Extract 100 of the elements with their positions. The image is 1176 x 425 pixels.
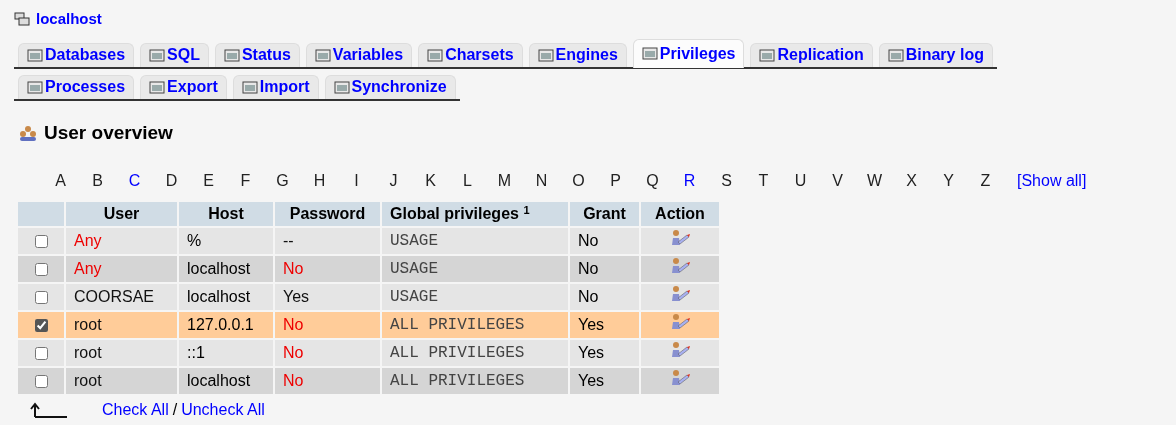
privileges-cell: USAGE xyxy=(382,284,568,310)
host-cell: % xyxy=(179,228,273,254)
server-icon xyxy=(14,12,30,27)
check-all-link[interactable]: Check All xyxy=(102,398,169,422)
letter-label: A xyxy=(54,171,67,191)
users-icon xyxy=(18,124,38,141)
window-icon xyxy=(27,47,43,63)
server-link[interactable]: localhost xyxy=(36,8,102,31)
grant-cell: Yes xyxy=(570,368,639,394)
letter-label: P xyxy=(609,171,622,191)
letter-label: N xyxy=(534,171,549,191)
password-cell: No xyxy=(275,312,380,338)
letter-label: V xyxy=(831,171,844,191)
tab[interactable]: Status xyxy=(214,42,300,67)
tab[interactable]: Databases xyxy=(18,42,135,67)
row-checkbox[interactable] xyxy=(34,235,48,249)
letter-label: Y xyxy=(942,171,955,191)
user-edit-icon[interactable] xyxy=(670,368,690,387)
host-cell: localhost xyxy=(179,284,273,310)
user-edit-icon[interactable] xyxy=(670,340,690,359)
password-cell: No xyxy=(275,256,380,282)
grant-cell: No xyxy=(570,284,639,310)
privileges-cell: USAGE xyxy=(382,256,568,282)
user-edit-icon[interactable] xyxy=(670,228,690,247)
column-header: Grant xyxy=(570,202,639,226)
grant-cell: No xyxy=(570,228,639,254)
tab[interactable]: Variables xyxy=(305,42,413,67)
host-cell: 127.0.0.1 xyxy=(179,312,273,338)
window-icon xyxy=(314,47,331,63)
letter-label: L xyxy=(462,171,473,191)
row-checkbox[interactable] xyxy=(34,375,48,389)
letter-link[interactable]: C xyxy=(126,169,143,193)
window-icon xyxy=(223,47,240,63)
column-header: User xyxy=(66,202,177,226)
letter-link[interactable]: R xyxy=(681,169,698,193)
letter-label: G xyxy=(275,171,290,191)
window-icon xyxy=(149,47,166,63)
letter-label: I xyxy=(353,171,360,191)
letter-label: X xyxy=(905,171,918,191)
letter-label: S xyxy=(720,171,733,191)
window-icon xyxy=(537,47,554,63)
tab[interactable]: Charsets xyxy=(418,42,523,67)
window-icon xyxy=(333,79,350,95)
host-cell: localhost xyxy=(179,368,273,394)
privileges-cell: ALL PRIVILEGES xyxy=(382,368,568,394)
section-heading: User overview xyxy=(44,120,173,145)
password-cell: No xyxy=(275,368,380,394)
row-checkbox[interactable] xyxy=(34,291,48,305)
password-cell: No xyxy=(275,340,380,366)
tab[interactable]: Processes xyxy=(18,74,135,99)
user-cell: COORSAE xyxy=(66,284,177,310)
tab[interactable]: Engines xyxy=(528,42,627,67)
grant-cell: Yes xyxy=(570,340,639,366)
letter-label: W xyxy=(866,171,883,191)
user-cell: root xyxy=(66,340,177,366)
row-checkbox[interactable] xyxy=(34,263,48,277)
show-all-link[interactable]: [Show all] xyxy=(1017,169,1087,193)
window-icon xyxy=(641,46,658,61)
window-icon xyxy=(427,47,444,63)
window-icon xyxy=(759,47,776,63)
arrow-up-icon xyxy=(30,402,68,418)
tab[interactable]: Export xyxy=(140,74,227,99)
letter-label: F xyxy=(239,171,252,191)
tab[interactable]: Binary log xyxy=(878,42,993,67)
header-cell xyxy=(18,202,64,226)
window-icon xyxy=(149,79,166,95)
tab[interactable]: Import xyxy=(232,74,319,99)
grant-cell: Yes xyxy=(570,312,639,338)
column-header: Action xyxy=(641,202,719,226)
privileges-cell: USAGE xyxy=(382,228,568,254)
uncheck-all-link[interactable]: Uncheck All xyxy=(181,398,265,422)
letter-label: J xyxy=(388,171,399,191)
privileges-cell: ALL PRIVILEGES xyxy=(382,340,568,366)
letter-label: U xyxy=(793,171,808,191)
password-cell: -- xyxy=(275,228,380,254)
user-edit-icon[interactable] xyxy=(670,312,690,331)
letter-label: B xyxy=(91,171,104,191)
letter-label: Q xyxy=(645,171,660,191)
user-cell: root xyxy=(66,368,177,394)
letter-label: T xyxy=(757,171,770,191)
user-cell: root xyxy=(66,312,177,338)
tab[interactable]: Synchronize xyxy=(324,74,456,99)
letter-label: M xyxy=(496,171,513,191)
column-header: Global privileges $^{1}$ xyxy=(382,202,568,226)
letter-label: Z xyxy=(979,171,992,191)
column-header: Password xyxy=(275,202,380,226)
tab[interactable]: SQL xyxy=(140,42,209,67)
letter-label: D xyxy=(164,171,179,191)
separator-text: / xyxy=(172,400,178,420)
tab[interactable]: Privileges xyxy=(632,38,745,68)
row-checkbox[interactable] xyxy=(34,319,48,333)
user-cell: Any xyxy=(66,228,177,254)
user-edit-icon[interactable] xyxy=(670,256,690,275)
row-checkbox[interactable] xyxy=(34,347,48,361)
column-header: Host xyxy=(179,202,273,226)
privileges-cell: ALL PRIVILEGES xyxy=(382,312,568,338)
user-cell: Any xyxy=(66,256,177,282)
user-edit-icon[interactable] xyxy=(670,284,690,303)
password-cell: Yes xyxy=(275,284,380,310)
tab[interactable]: Replication xyxy=(750,42,873,67)
